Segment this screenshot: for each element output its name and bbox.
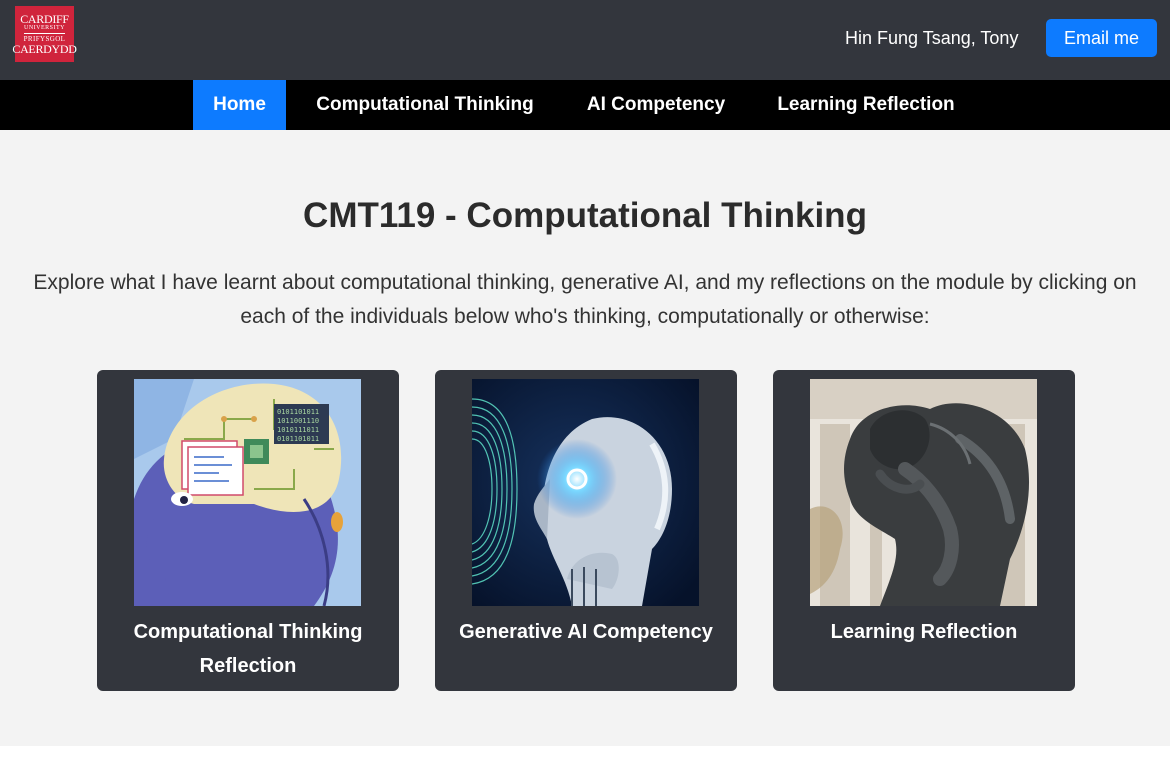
nav-item-learning-reflection[interactable]: Learning Reflection xyxy=(756,80,976,130)
page-bottom-margin xyxy=(0,746,1170,759)
svg-text:0101101011: 0101101011 xyxy=(277,435,319,443)
cardiff-university-logo[interactable]: CARDIFF UNIVERSITY PRIFYSGOL CAERDYDD xyxy=(12,6,77,62)
card-computational-thinking[interactable]: 0101101011 1011001110 1010111011 0101101… xyxy=(97,370,399,691)
robot-thinking-image[interactable] xyxy=(472,379,699,606)
nav-item-computational-thinking[interactable]: Computational Thinking xyxy=(292,80,558,130)
cartoon-girl-brain-circuit-image[interactable]: 0101101011 1011001110 1010111011 0101101… xyxy=(134,379,361,606)
logo-line-2: UNIVERSITY xyxy=(24,25,65,34)
main-content: CMT119 - Computational Thinking Explore … xyxy=(0,130,1170,746)
logo-line-1: CARDIFF xyxy=(20,12,69,26)
card-label: Computational Thinking Reflection xyxy=(133,621,363,677)
page-title: CMT119 - Computational Thinking xyxy=(303,196,867,235)
svg-text:1011001110: 1011001110 xyxy=(277,417,319,425)
nav-item-ai-competency[interactable]: AI Competency xyxy=(566,80,746,130)
svg-text:1010111011: 1010111011 xyxy=(277,426,319,434)
intro-text: Explore what I have learnt about computa… xyxy=(33,271,1137,328)
nav-item-home[interactable]: Home xyxy=(193,80,286,130)
card-learning-reflection[interactable]: Learning Reflection xyxy=(773,370,1075,691)
main-nav: Home Computational Thinking AI Competenc… xyxy=(0,80,1170,130)
logo-line-4: CAERDYDD xyxy=(12,42,77,56)
user-name: Hin Fung Tsang, Tony xyxy=(845,28,1019,48)
top-header: CARDIFF UNIVERSITY PRIFYSGOL CAERDYDD Hi… xyxy=(0,0,1170,80)
email-me-button[interactable]: Email me xyxy=(1046,19,1157,57)
card-generative-ai[interactable]: Generative AI Competency xyxy=(435,370,737,691)
card-label: Generative AI Competency xyxy=(459,621,713,643)
the-thinker-statue-image[interactable] xyxy=(810,379,1037,606)
svg-text:0101101011: 0101101011 xyxy=(277,408,319,416)
card-label: Learning Reflection xyxy=(830,621,1018,643)
